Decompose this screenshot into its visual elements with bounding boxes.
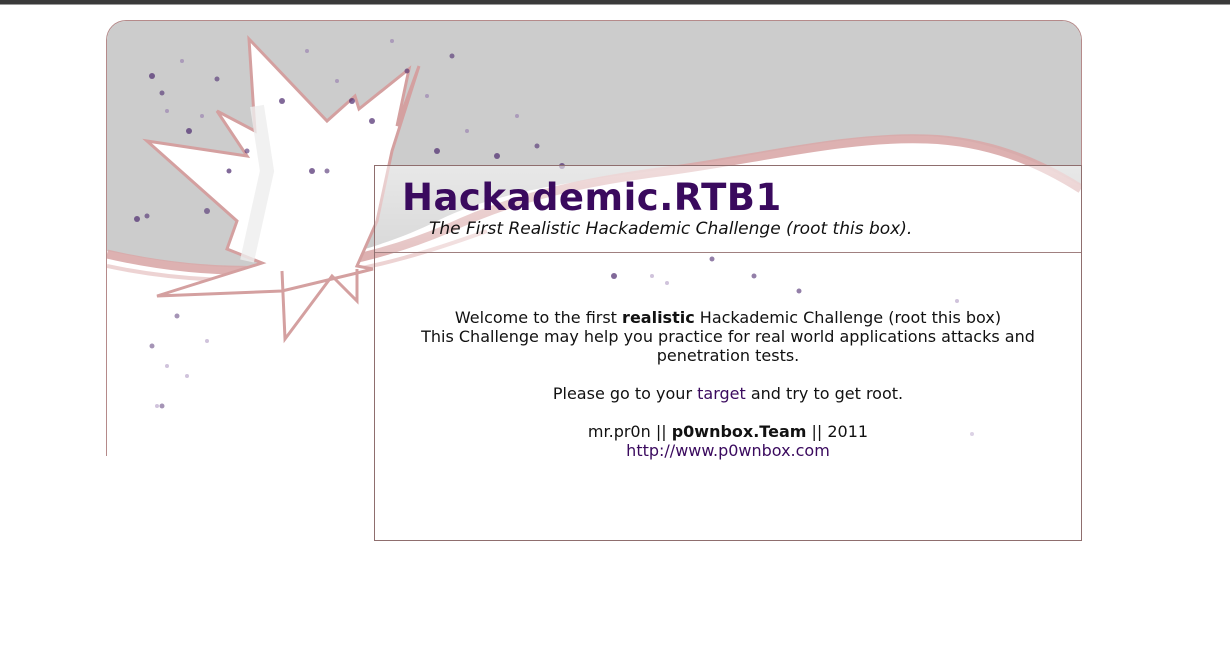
intro-bold: realistic	[622, 308, 695, 327]
welcome-content: Welcome to the first realistic Hackademi…	[375, 308, 1081, 460]
website-link[interactable]: http://www.p0wnbox.com	[626, 441, 830, 460]
page-subtitle: The First Realistic Hackademic Challenge…	[429, 219, 913, 239]
main-panel: Hackademic.RTB1 The First Realistic Hack…	[374, 165, 1082, 541]
credits-line: mr.pr0n || p0wnbox.Team || 2011	[375, 422, 1081, 441]
credits-url-line: http://www.p0wnbox.com	[375, 441, 1081, 460]
intro-pre: Welcome to the first	[454, 308, 623, 327]
credits-author: mr.pr0n ||	[587, 422, 672, 441]
intro-description: This Challenge may help you practice for…	[421, 327, 1035, 365]
instructions-pre: Please go to your	[552, 384, 698, 403]
page-header: Hackademic.RTB1 The First Realistic Hack…	[375, 166, 1081, 253]
credits-year: || 2011	[806, 422, 869, 441]
target-link[interactable]: target	[697, 384, 746, 403]
instructions-post: and try to get root.	[745, 384, 904, 403]
browser-top-edge	[0, 0, 1230, 5]
intro-line: Welcome to the first realistic Hackademi…	[375, 308, 1081, 327]
credits-team: p0wnbox.Team	[671, 422, 807, 441]
page-title: Hackademic.RTB1	[402, 176, 782, 219]
instructions-line: Please go to your target and try to get …	[375, 384, 1081, 403]
intro-post: Hackademic Challenge (root this box)	[694, 308, 1002, 327]
